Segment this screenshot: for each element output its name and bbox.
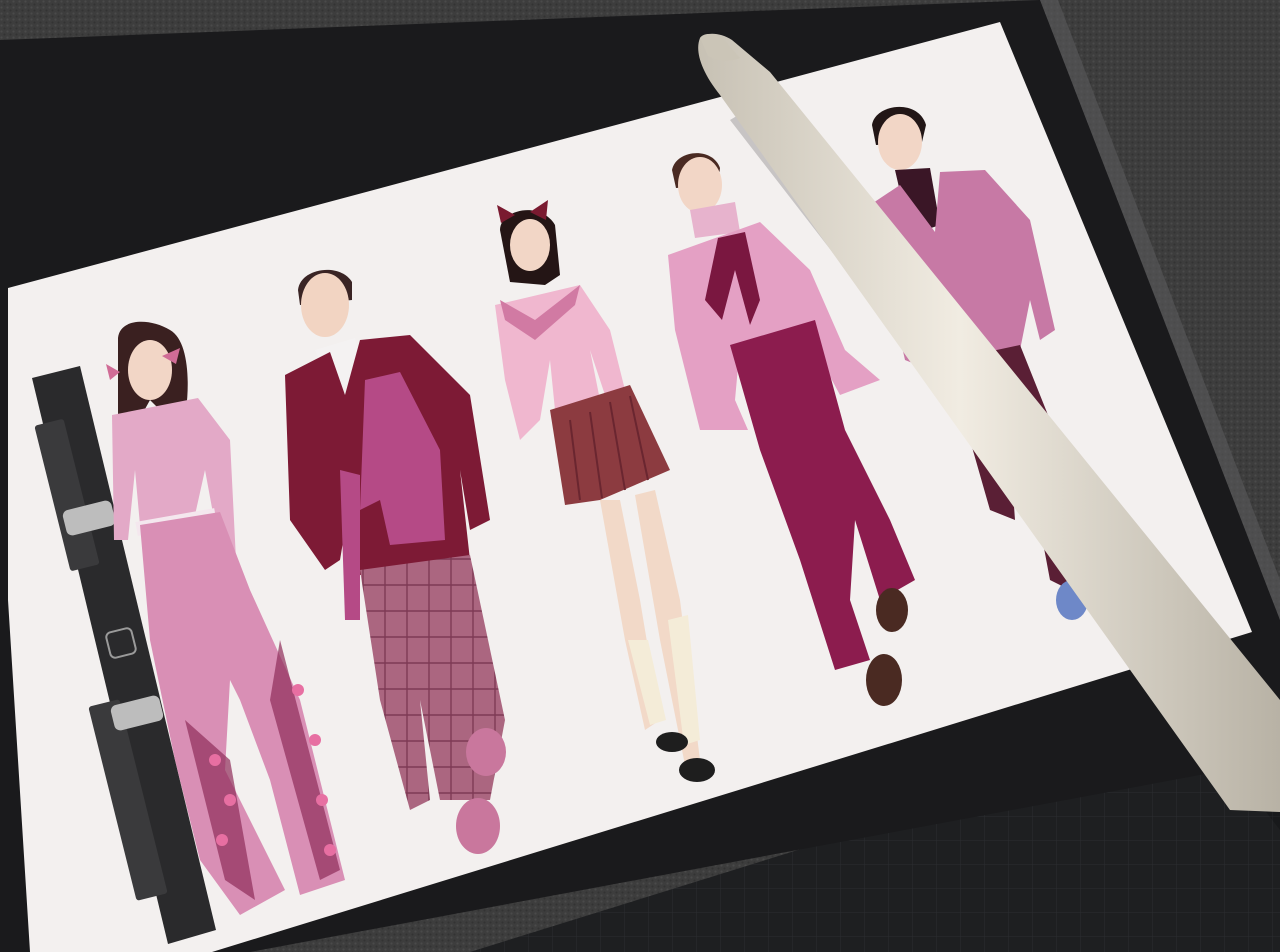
face — [678, 157, 722, 213]
face — [878, 114, 922, 170]
shoe-left — [866, 654, 902, 706]
face — [301, 273, 349, 337]
shoe-right — [679, 758, 715, 782]
shoe-right — [876, 588, 908, 632]
shoe-left — [656, 732, 688, 752]
scene — [0, 0, 1280, 952]
face — [128, 340, 172, 400]
face — [510, 219, 550, 271]
shoe-left — [456, 798, 500, 854]
shoe-right — [466, 728, 506, 776]
